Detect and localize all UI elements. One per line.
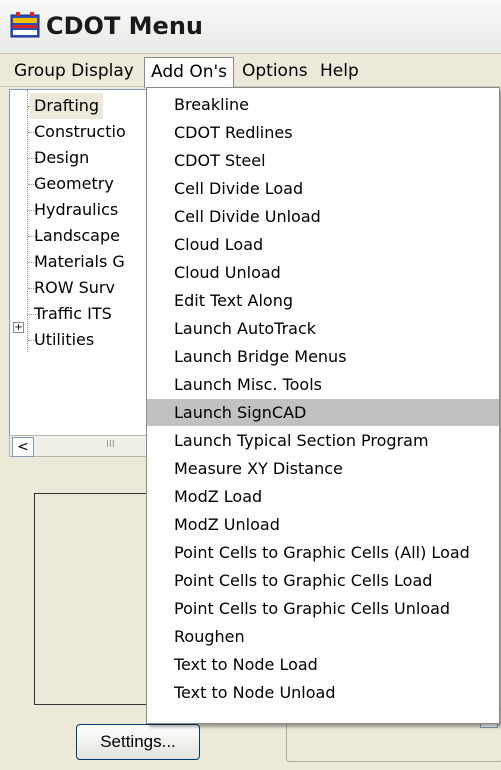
tree-item-utilities[interactable]: Utilities: [30, 327, 98, 353]
cdot-app-icon: [10, 12, 40, 38]
menu-item-cell-divide-unload[interactable]: Cell Divide Unload: [147, 203, 499, 230]
title-bar[interactable]: CDOT Menu: [0, 0, 501, 54]
menu-item-edit-text-along[interactable]: Edit Text Along: [147, 287, 499, 314]
tree-item-drafting[interactable]: Drafting: [30, 93, 104, 119]
tree-item-hydraulics[interactable]: Hydraulics: [30, 197, 122, 223]
tree-item-geometry[interactable]: Geometry: [30, 171, 118, 197]
menu-help[interactable]: Help: [314, 57, 365, 85]
menu-item-roughen[interactable]: Roughen: [147, 623, 499, 650]
cdot-menu-window: CDOT Menu Group Display Add On's Options…: [0, 0, 501, 770]
menu-item-cell-divide-load[interactable]: Cell Divide Load: [147, 175, 499, 202]
settings-button[interactable]: Settings...: [76, 724, 200, 760]
menu-item-launch-typical-section[interactable]: Launch Typical Section Program: [147, 427, 499, 454]
add-ons-dropdown-menu: Breakline CDOT Redlines CDOT Steel Cell …: [146, 87, 500, 724]
menu-item-modz-unload[interactable]: ModZ Unload: [147, 511, 499, 538]
menu-item-text-to-node-unload[interactable]: Text to Node Unload: [147, 679, 499, 706]
group-tree[interactable]: Drafting Constructio Design Geometry Hyd…: [9, 89, 153, 437]
menu-item-measure-xy-distance[interactable]: Measure XY Distance: [147, 455, 499, 482]
menu-item-point-cells-unload[interactable]: Point Cells to Graphic Cells Unload: [147, 595, 499, 622]
menu-item-launch-autotrack[interactable]: Launch AutoTrack: [147, 315, 499, 342]
menu-item-launch-bridge-menus[interactable]: Launch Bridge Menus: [147, 343, 499, 370]
preview-panel: [34, 493, 155, 705]
menu-item-point-cells-load[interactable]: Point Cells to Graphic Cells Load: [147, 567, 499, 594]
menu-item-cloud-load[interactable]: Cloud Load: [147, 231, 499, 258]
menu-item-cdot-steel[interactable]: CDOT Steel: [147, 147, 499, 174]
tree-connector-line: [27, 90, 29, 352]
menu-add-ons[interactable]: Add On's: [144, 57, 235, 88]
tree-item-row-survey[interactable]: ROW Surv: [30, 275, 119, 301]
window-title: CDOT Menu: [46, 12, 203, 40]
menu-item-cdot-redlines[interactable]: CDOT Redlines: [147, 119, 499, 146]
menu-item-breakline[interactable]: Breakline: [147, 91, 499, 118]
menu-item-launch-signcad[interactable]: Launch SignCAD: [147, 399, 499, 426]
tree-item-construction[interactable]: Constructio: [30, 119, 130, 145]
menu-item-modz-load[interactable]: ModZ Load: [147, 483, 499, 510]
menu-item-point-cells-all-load[interactable]: Point Cells to Graphic Cells (All) Load: [147, 539, 499, 566]
tree-horizontal-scrollbar[interactable]: < III: [9, 435, 152, 457]
tree-expand-icon[interactable]: +: [13, 322, 24, 333]
scrollbar-thumb-grip[interactable]: III: [106, 439, 115, 450]
menu-group-display[interactable]: Group Display: [8, 57, 140, 85]
tree-item-traffic-its[interactable]: Traffic ITS: [30, 301, 116, 327]
tree-item-design[interactable]: Design: [30, 145, 93, 171]
menu-item-launch-misc-tools[interactable]: Launch Misc. Tools: [147, 371, 499, 398]
menu-options[interactable]: Options: [236, 57, 314, 85]
tree-item-materials[interactable]: Materials G: [30, 249, 129, 275]
menu-item-text-to-node-load[interactable]: Text to Node Load: [147, 651, 499, 678]
tree-item-landscape[interactable]: Landscape: [30, 223, 124, 249]
menu-item-cloud-unload[interactable]: Cloud Unload: [147, 259, 499, 286]
scroll-left-arrow-icon[interactable]: <: [12, 437, 34, 457]
